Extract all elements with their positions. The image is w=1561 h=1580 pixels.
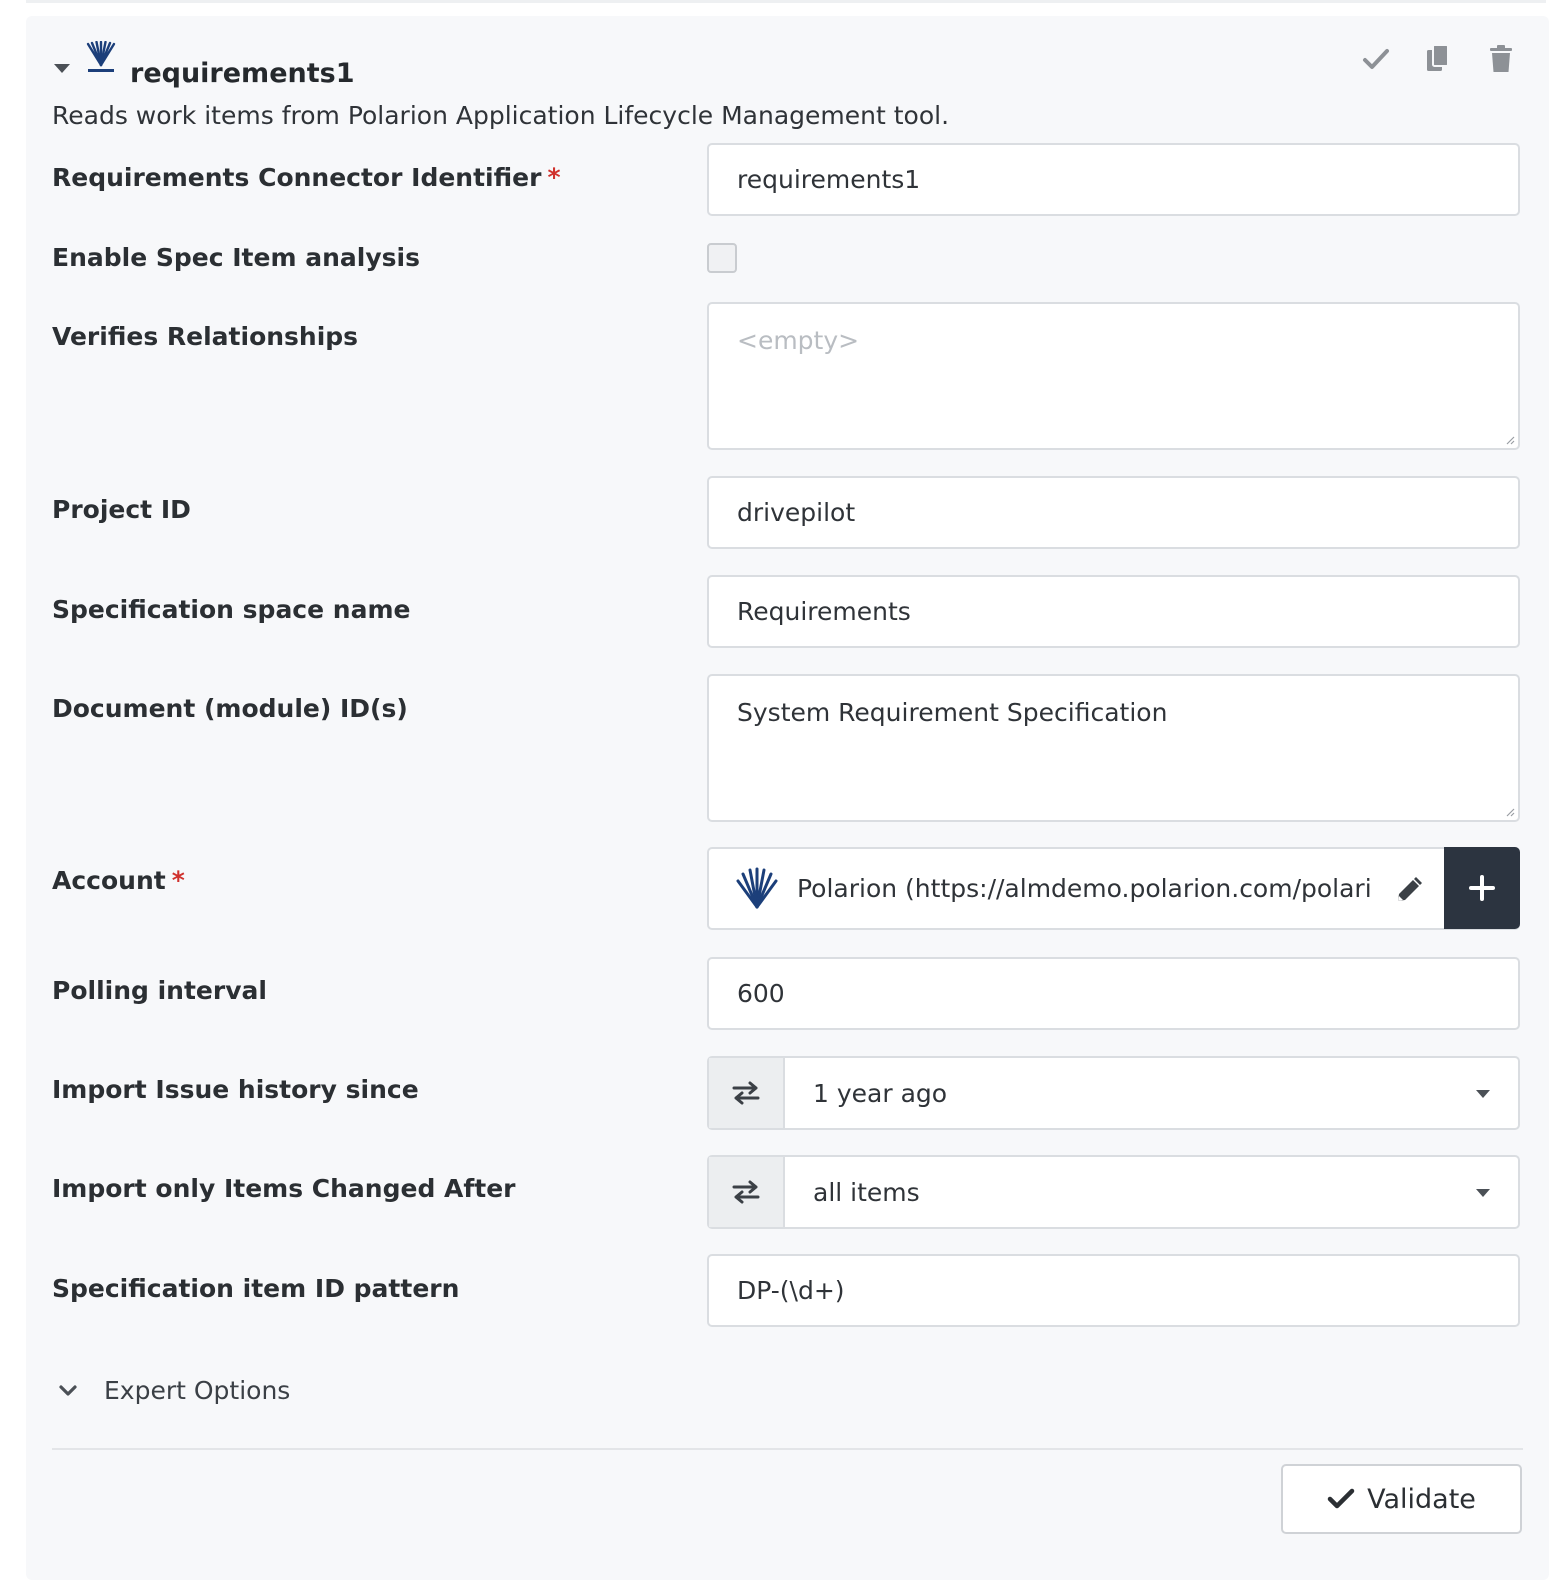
changed-after-value: all items bbox=[813, 1177, 920, 1207]
connector-title: requirements1 bbox=[130, 58, 355, 89]
chevron-down-icon[interactable] bbox=[1476, 1189, 1490, 1197]
spec-analysis-label: Enable Spec Item analysis bbox=[52, 243, 420, 272]
identifier-input[interactable]: requirements1 bbox=[707, 143, 1520, 216]
resize-handle-icon[interactable] bbox=[1505, 807, 1515, 817]
required-marker: * bbox=[547, 163, 561, 192]
issue-history-value: 1 year ago bbox=[813, 1078, 948, 1108]
expert-options-label: Expert Options bbox=[104, 1376, 291, 1405]
polling-label: Polling interval bbox=[52, 976, 267, 1005]
account-value: Polarion (https://almdemo.polarion.com/p… bbox=[797, 874, 1373, 903]
document-ids-value: System Requirement Specification bbox=[737, 698, 1168, 727]
checkmark-icon bbox=[1327, 1488, 1355, 1509]
project-id-input[interactable]: drivepilot bbox=[707, 476, 1520, 549]
top-divider bbox=[26, 0, 1546, 3]
space-name-value: Requirements bbox=[737, 597, 911, 626]
chevron-down-icon[interactable] bbox=[1476, 1090, 1490, 1098]
toggle-mode-button[interactable] bbox=[709, 1157, 785, 1227]
spec-analysis-checkbox[interactable] bbox=[707, 243, 737, 273]
space-name-label: Specification space name bbox=[52, 595, 411, 624]
chevron-down-icon bbox=[59, 1384, 77, 1396]
issue-history-label: Import Issue history since bbox=[52, 1075, 419, 1104]
edit-pencil-icon[interactable] bbox=[1394, 875, 1424, 905]
verifies-placeholder: <empty> bbox=[737, 326, 860, 355]
expert-options-toggle[interactable]: Expert Options bbox=[58, 1376, 290, 1405]
validate-button[interactable]: Validate bbox=[1281, 1464, 1522, 1534]
polarion-account-icon bbox=[735, 867, 779, 911]
changed-after-select[interactable]: all items bbox=[707, 1155, 1520, 1229]
space-name-input[interactable]: Requirements bbox=[707, 575, 1520, 648]
swap-arrows-icon bbox=[732, 1081, 760, 1105]
polling-input[interactable]: 600 bbox=[707, 957, 1520, 1030]
identifier-value: requirements1 bbox=[737, 165, 921, 194]
section-divider bbox=[52, 1448, 1523, 1450]
verifies-textarea[interactable]: <empty> bbox=[707, 302, 1520, 450]
identifier-label: Requirements Connector Identifier * bbox=[52, 160, 561, 196]
polling-value: 600 bbox=[737, 979, 785, 1008]
document-ids-label: Document (module) ID(s) bbox=[52, 694, 408, 723]
plus-icon bbox=[1469, 875, 1495, 901]
validate-label: Validate bbox=[1367, 1483, 1476, 1515]
id-pattern-input[interactable]: DP-(\d+) bbox=[707, 1254, 1520, 1327]
id-pattern-label: Specification item ID pattern bbox=[52, 1274, 460, 1303]
copy-icon[interactable] bbox=[1421, 42, 1455, 76]
add-account-button[interactable] bbox=[1444, 847, 1520, 929]
collapse-caret-icon[interactable] bbox=[54, 64, 70, 73]
account-label: Account * bbox=[52, 863, 185, 899]
polarion-logo-icon bbox=[86, 40, 116, 75]
verifies-label: Verifies Relationships bbox=[52, 322, 359, 351]
swap-arrows-icon bbox=[732, 1180, 760, 1204]
issue-history-select[interactable]: 1 year ago bbox=[707, 1056, 1520, 1130]
required-marker: * bbox=[171, 866, 185, 895]
project-id-label: Project ID bbox=[52, 495, 191, 524]
account-select[interactable]: Polarion (https://almdemo.polarion.com/p… bbox=[707, 847, 1520, 930]
document-ids-textarea[interactable]: System Requirement Specification bbox=[707, 674, 1520, 822]
id-pattern-value: DP-(\d+) bbox=[737, 1276, 845, 1305]
checkmark-icon[interactable] bbox=[1359, 42, 1393, 76]
resize-handle-icon[interactable] bbox=[1505, 435, 1515, 445]
connector-description: Reads work items from Polarion Applicati… bbox=[52, 101, 950, 130]
toggle-mode-button[interactable] bbox=[709, 1058, 785, 1128]
project-id-value: drivepilot bbox=[737, 498, 856, 527]
identifier-label-text: Requirements Connector Identifier bbox=[52, 163, 542, 192]
changed-after-label: Import only Items Changed After bbox=[52, 1174, 516, 1203]
connector-panel: requirements1 Reads work items from Pola… bbox=[26, 16, 1549, 1580]
account-label-text: Account bbox=[52, 866, 166, 895]
trash-icon[interactable] bbox=[1484, 42, 1518, 76]
